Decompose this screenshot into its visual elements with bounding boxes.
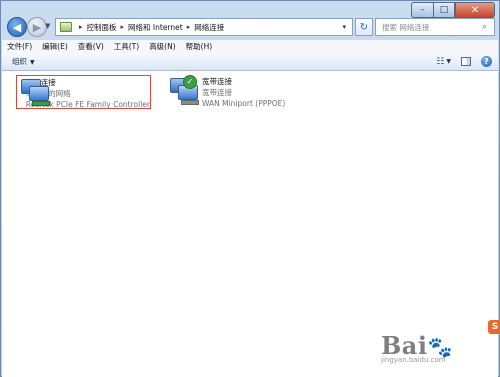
search-box[interactable]: ⌕ <box>375 18 495 36</box>
baidu-watermark: Bai🐾 jingyan.baidu.com <box>381 331 452 364</box>
search-icon[interactable]: ⌕ <box>482 22 487 32</box>
window-caption-buttons: – □ ✕ <box>411 2 495 18</box>
breadcrumb-network-connections[interactable]: 网络连接 <box>194 22 224 33</box>
refresh-button[interactable]: ↻ <box>355 18 373 36</box>
chevron-right-icon[interactable]: ▸ <box>79 23 83 31</box>
organize-button[interactable]: 组织 ▼ <box>12 56 35 67</box>
preview-pane-icon <box>461 57 471 66</box>
menu-file[interactable]: 文件(F) <box>2 41 37 52</box>
navigation-row: ◀ ▶ ▼ ▸ 控制面板 ▸ 网络和 Internet ▸ 网络连接 ▾ ↻ ⌕ <box>5 17 497 39</box>
menu-edit[interactable]: 编辑(E) <box>37 41 73 52</box>
forward-button[interactable]: ▶ <box>27 17 47 37</box>
menu-bar: 文件(F) 编辑(E) 查看(V) 工具(T) 高级(N) 帮助(H) <box>2 40 498 53</box>
chevron-right-icon[interactable]: ▸ <box>121 23 125 31</box>
connection-name: 宽带连接 <box>202 77 232 86</box>
preview-pane-button[interactable] <box>461 57 471 66</box>
arrow-right-icon: ▶ <box>32 20 42 34</box>
broadband-connection-icon: ✓ <box>168 75 199 106</box>
control-panel-folder-icon <box>60 22 72 32</box>
address-bar[interactable]: ▸ 控制面板 ▸ 网络和 Internet ▸ 网络连接 ▾ <box>55 18 353 36</box>
watermark-url: jingyan.baidu.com <box>381 356 446 364</box>
modem-icon <box>181 100 199 105</box>
search-input[interactable] <box>380 21 482 33</box>
connection-device: WAN Miniport (PPPOE) <box>202 99 286 108</box>
chevron-right-icon[interactable]: ▸ <box>187 23 191 31</box>
address-dropdown-icon[interactable]: ▾ <box>342 23 346 31</box>
recent-pages-dropdown[interactable]: ▼ <box>45 22 50 30</box>
command-bar: 组织 ▼ ☷ ▼ ? <box>2 53 498 71</box>
menu-help[interactable]: 帮助(H) <box>181 41 218 52</box>
connection-item-local[interactable]: 本地连接 未识别的网络 Realtek PCIe FE Family Contr… <box>16 75 151 109</box>
back-button[interactable]: ◀ <box>7 17 27 37</box>
menu-tools[interactable]: 工具(T) <box>109 41 144 52</box>
watermark-badge: S <box>488 320 500 334</box>
network-adapter-icon <box>19 77 50 107</box>
monitor-icon <box>29 86 49 101</box>
breadcrumb-network-internet[interactable]: 网络和 Internet <box>128 22 183 33</box>
refresh-icon: ↻ <box>359 21 369 33</box>
chevron-down-icon: ▼ <box>30 59 35 66</box>
maximize-button[interactable]: □ <box>433 2 455 18</box>
menu-view[interactable]: 查看(V) <box>73 41 109 52</box>
check-icon: ✓ <box>183 75 197 89</box>
view-options-icon: ☷ <box>436 56 445 67</box>
organize-label: 组织 <box>12 57 27 66</box>
chevron-down-icon: ▼ <box>446 58 451 65</box>
close-button[interactable]: ✕ <box>455 2 495 18</box>
help-button[interactable]: ? <box>481 56 492 67</box>
connection-status: 宽带连接 <box>202 88 232 97</box>
breadcrumb-control-panel[interactable]: 控制面板 <box>87 22 117 33</box>
change-view-button[interactable]: ☷ ▼ <box>436 57 451 67</box>
connection-item-broadband[interactable]: ✓ 宽带连接 宽带连接 WAN Miniport (PPPOE) <box>168 75 285 109</box>
command-bar-right: ☷ ▼ ? <box>426 56 492 67</box>
explorer-window: – □ ✕ ◀ ▶ ▼ ▸ 控制面板 ▸ 网络和 Internet ▸ 网络连接… <box>0 0 500 377</box>
connection-text: 宽带连接 宽带连接 WAN Miniport (PPPOE) <box>202 76 285 109</box>
arrow-left-icon: ◀ <box>12 20 22 34</box>
network-cable-icon <box>32 101 50 106</box>
menu-advanced[interactable]: 高级(N) <box>144 41 180 52</box>
help-icon: ? <box>484 57 489 66</box>
minimize-button[interactable]: – <box>411 2 433 18</box>
